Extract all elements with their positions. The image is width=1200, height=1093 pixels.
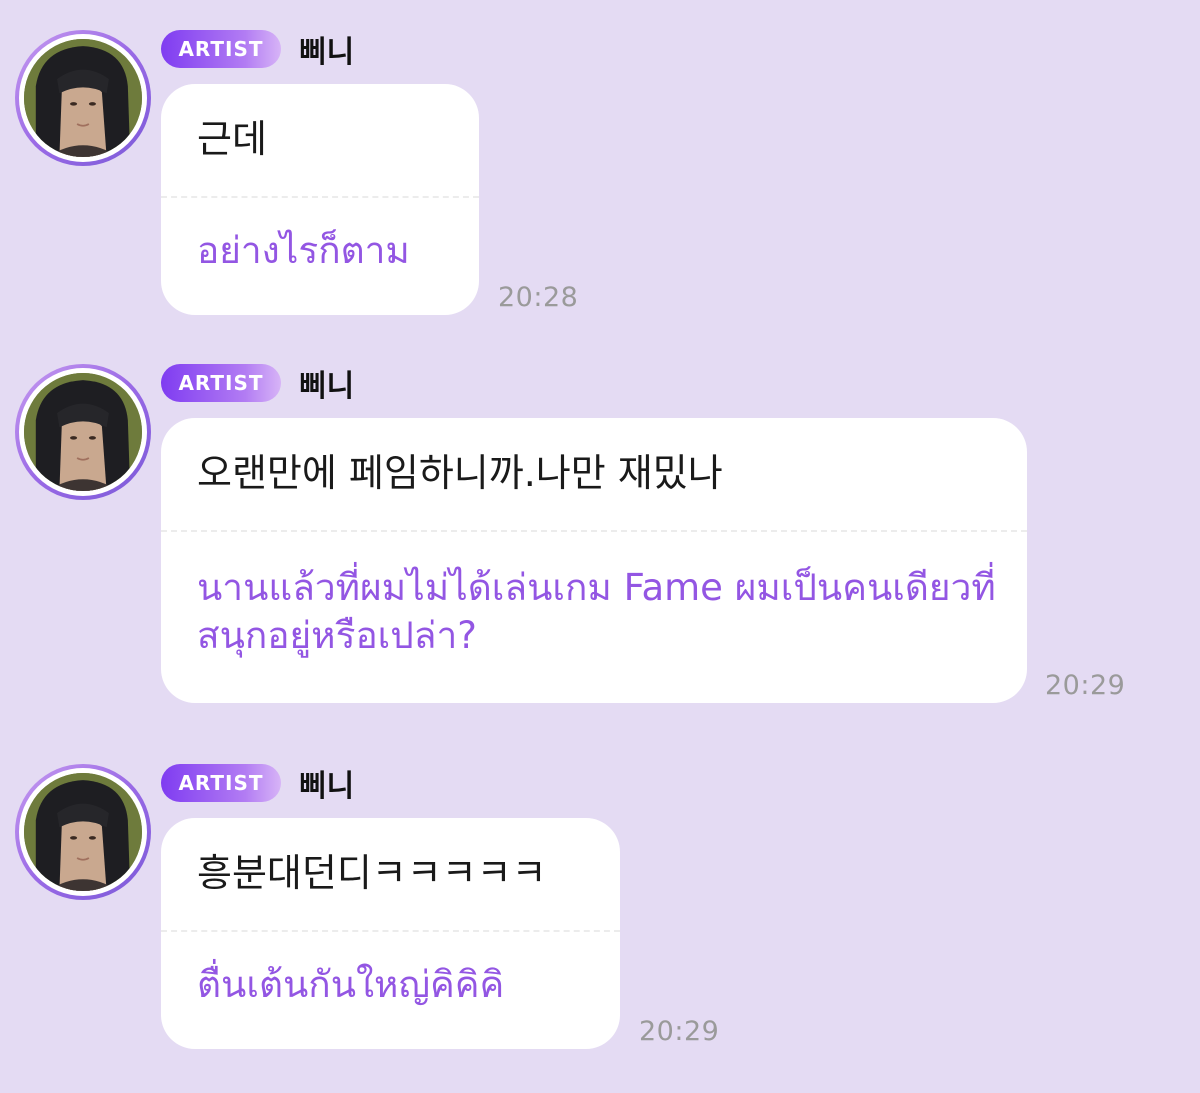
- artist-avatar[interactable]: [15, 30, 151, 166]
- sender-name: 삐니: [299, 369, 355, 404]
- message-header: ARTIST 삐니: [161, 763, 355, 804]
- artist-badge: ARTIST: [161, 30, 281, 68]
- avatar-photo-icon: [24, 773, 142, 891]
- artist-badge: ARTIST: [161, 764, 281, 802]
- message-header: ARTIST 삐니: [161, 29, 355, 70]
- translation-text: อย่างไรก็ตาม: [197, 229, 410, 272]
- bubble-divider: [161, 530, 1027, 532]
- artist-avatar[interactable]: [15, 364, 151, 500]
- bubble-divider: [161, 196, 479, 198]
- message-bubble[interactable]: 근데 อย่างไรก็ตาม: [161, 84, 479, 315]
- original-text: 오랜만에 페임하니까.나만 재밌나: [197, 451, 723, 495]
- artist-avatar[interactable]: [15, 764, 151, 900]
- original-text: 흥분대던디ㅋㅋㅋㅋㅋ: [197, 851, 547, 895]
- translation-text: นานแล้วที่ผมไม่ได้เล่นเกม Fame ผมเป็นคนเ…: [197, 566, 996, 658]
- bubble-divider: [161, 930, 620, 932]
- message-bubble[interactable]: 흥분대던디ㅋㅋㅋㅋㅋ ตื่นเต้นกันใหญ่คิคิคิ: [161, 818, 620, 1049]
- message-timestamp: 20:28: [498, 282, 579, 313]
- artist-badge: ARTIST: [161, 364, 281, 402]
- message-timestamp: 20:29: [639, 1016, 720, 1047]
- message-bubble[interactable]: 오랜만에 페임하니까.나만 재밌나 นานแล้วที่ผมไม่ได้เล่น…: [161, 418, 1027, 703]
- message-timestamp: 20:29: [1045, 670, 1126, 701]
- avatar-photo-icon: [24, 39, 142, 157]
- sender-name: 삐니: [299, 769, 355, 804]
- original-text: 근데: [197, 117, 267, 161]
- translation-text: ตื่นเต้นกันใหญ่คิคิคิ: [197, 963, 505, 1006]
- sender-name: 삐니: [299, 35, 355, 70]
- avatar-photo-icon: [24, 373, 142, 491]
- message-header: ARTIST 삐니: [161, 363, 355, 404]
